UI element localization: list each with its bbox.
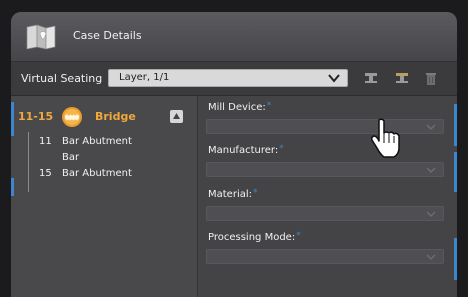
hand-pointer-icon [371, 118, 400, 158]
virtual-seating-bar: Virtual Seating Layer, 1/1 [11, 62, 457, 96]
tooth-number: 11 [39, 136, 52, 147]
mill-device-label: Mill Device:* [208, 101, 272, 113]
tooth-row[interactable]: 11 Bar Abutment [11, 136, 197, 150]
bridge-group-row[interactable]: 11-15 Bridge [11, 106, 197, 128]
tooth-list-pane: 11-15 Bridge 11 Bar Abutment Bar 15 Bar … [11, 96, 198, 297]
seating-tool-one-icon[interactable] [363, 70, 379, 86]
required-marker: * [266, 101, 272, 111]
virtual-seating-label: Virtual Seating [21, 72, 103, 85]
processing-mode-dropdown[interactable] [206, 249, 444, 264]
bridge-range: 11-15 [18, 110, 54, 123]
field-accent [454, 104, 457, 146]
layer-select[interactable]: Layer, 1/1 [108, 69, 348, 87]
case-folder-icon [26, 24, 56, 50]
tooth-row[interactable]: 15 Bar Abutment [11, 168, 197, 182]
material-dropdown[interactable] [206, 206, 444, 221]
tooth-type: Bar [62, 152, 80, 163]
tooth-row[interactable]: Bar [11, 152, 197, 166]
tooth-type: Bar Abutment [62, 136, 132, 147]
panel-header: Case Details [11, 12, 457, 62]
milling-settings-pane: Mill Device:* Manufacturer:* Material:* … [198, 96, 457, 297]
bridge-label: Bridge [95, 110, 136, 123]
mill-device-dropdown[interactable] [206, 119, 444, 134]
manufacturer-label: Manufacturer:* [208, 144, 284, 156]
tooth-number: 15 [39, 168, 52, 179]
chevron-down-icon [426, 254, 436, 261]
manufacturer-dropdown[interactable] [206, 162, 444, 177]
collapse-button[interactable] [170, 110, 183, 123]
required-marker: * [279, 144, 284, 154]
layer-select-value: Layer, 1/1 [119, 72, 170, 83]
seating-tool-two-icon[interactable] [394, 70, 410, 86]
required-marker: * [253, 188, 258, 198]
tooth-type: Bar Abutment [62, 168, 132, 179]
panel-title: Case Details [73, 29, 142, 42]
processing-mode-label: Processing Mode:* [208, 231, 301, 243]
chevron-down-icon [328, 74, 340, 83]
chevron-down-icon [426, 211, 436, 218]
field-accent [454, 238, 457, 280]
bridge-teeth-icon [62, 107, 82, 127]
chevron-down-icon [426, 167, 436, 174]
chevron-down-icon [426, 124, 436, 131]
material-label: Material:* [208, 188, 258, 200]
required-marker: * [296, 231, 301, 241]
chevron-up-icon [173, 113, 180, 119]
trash-icon[interactable] [423, 70, 439, 86]
field-accent [454, 152, 457, 192]
